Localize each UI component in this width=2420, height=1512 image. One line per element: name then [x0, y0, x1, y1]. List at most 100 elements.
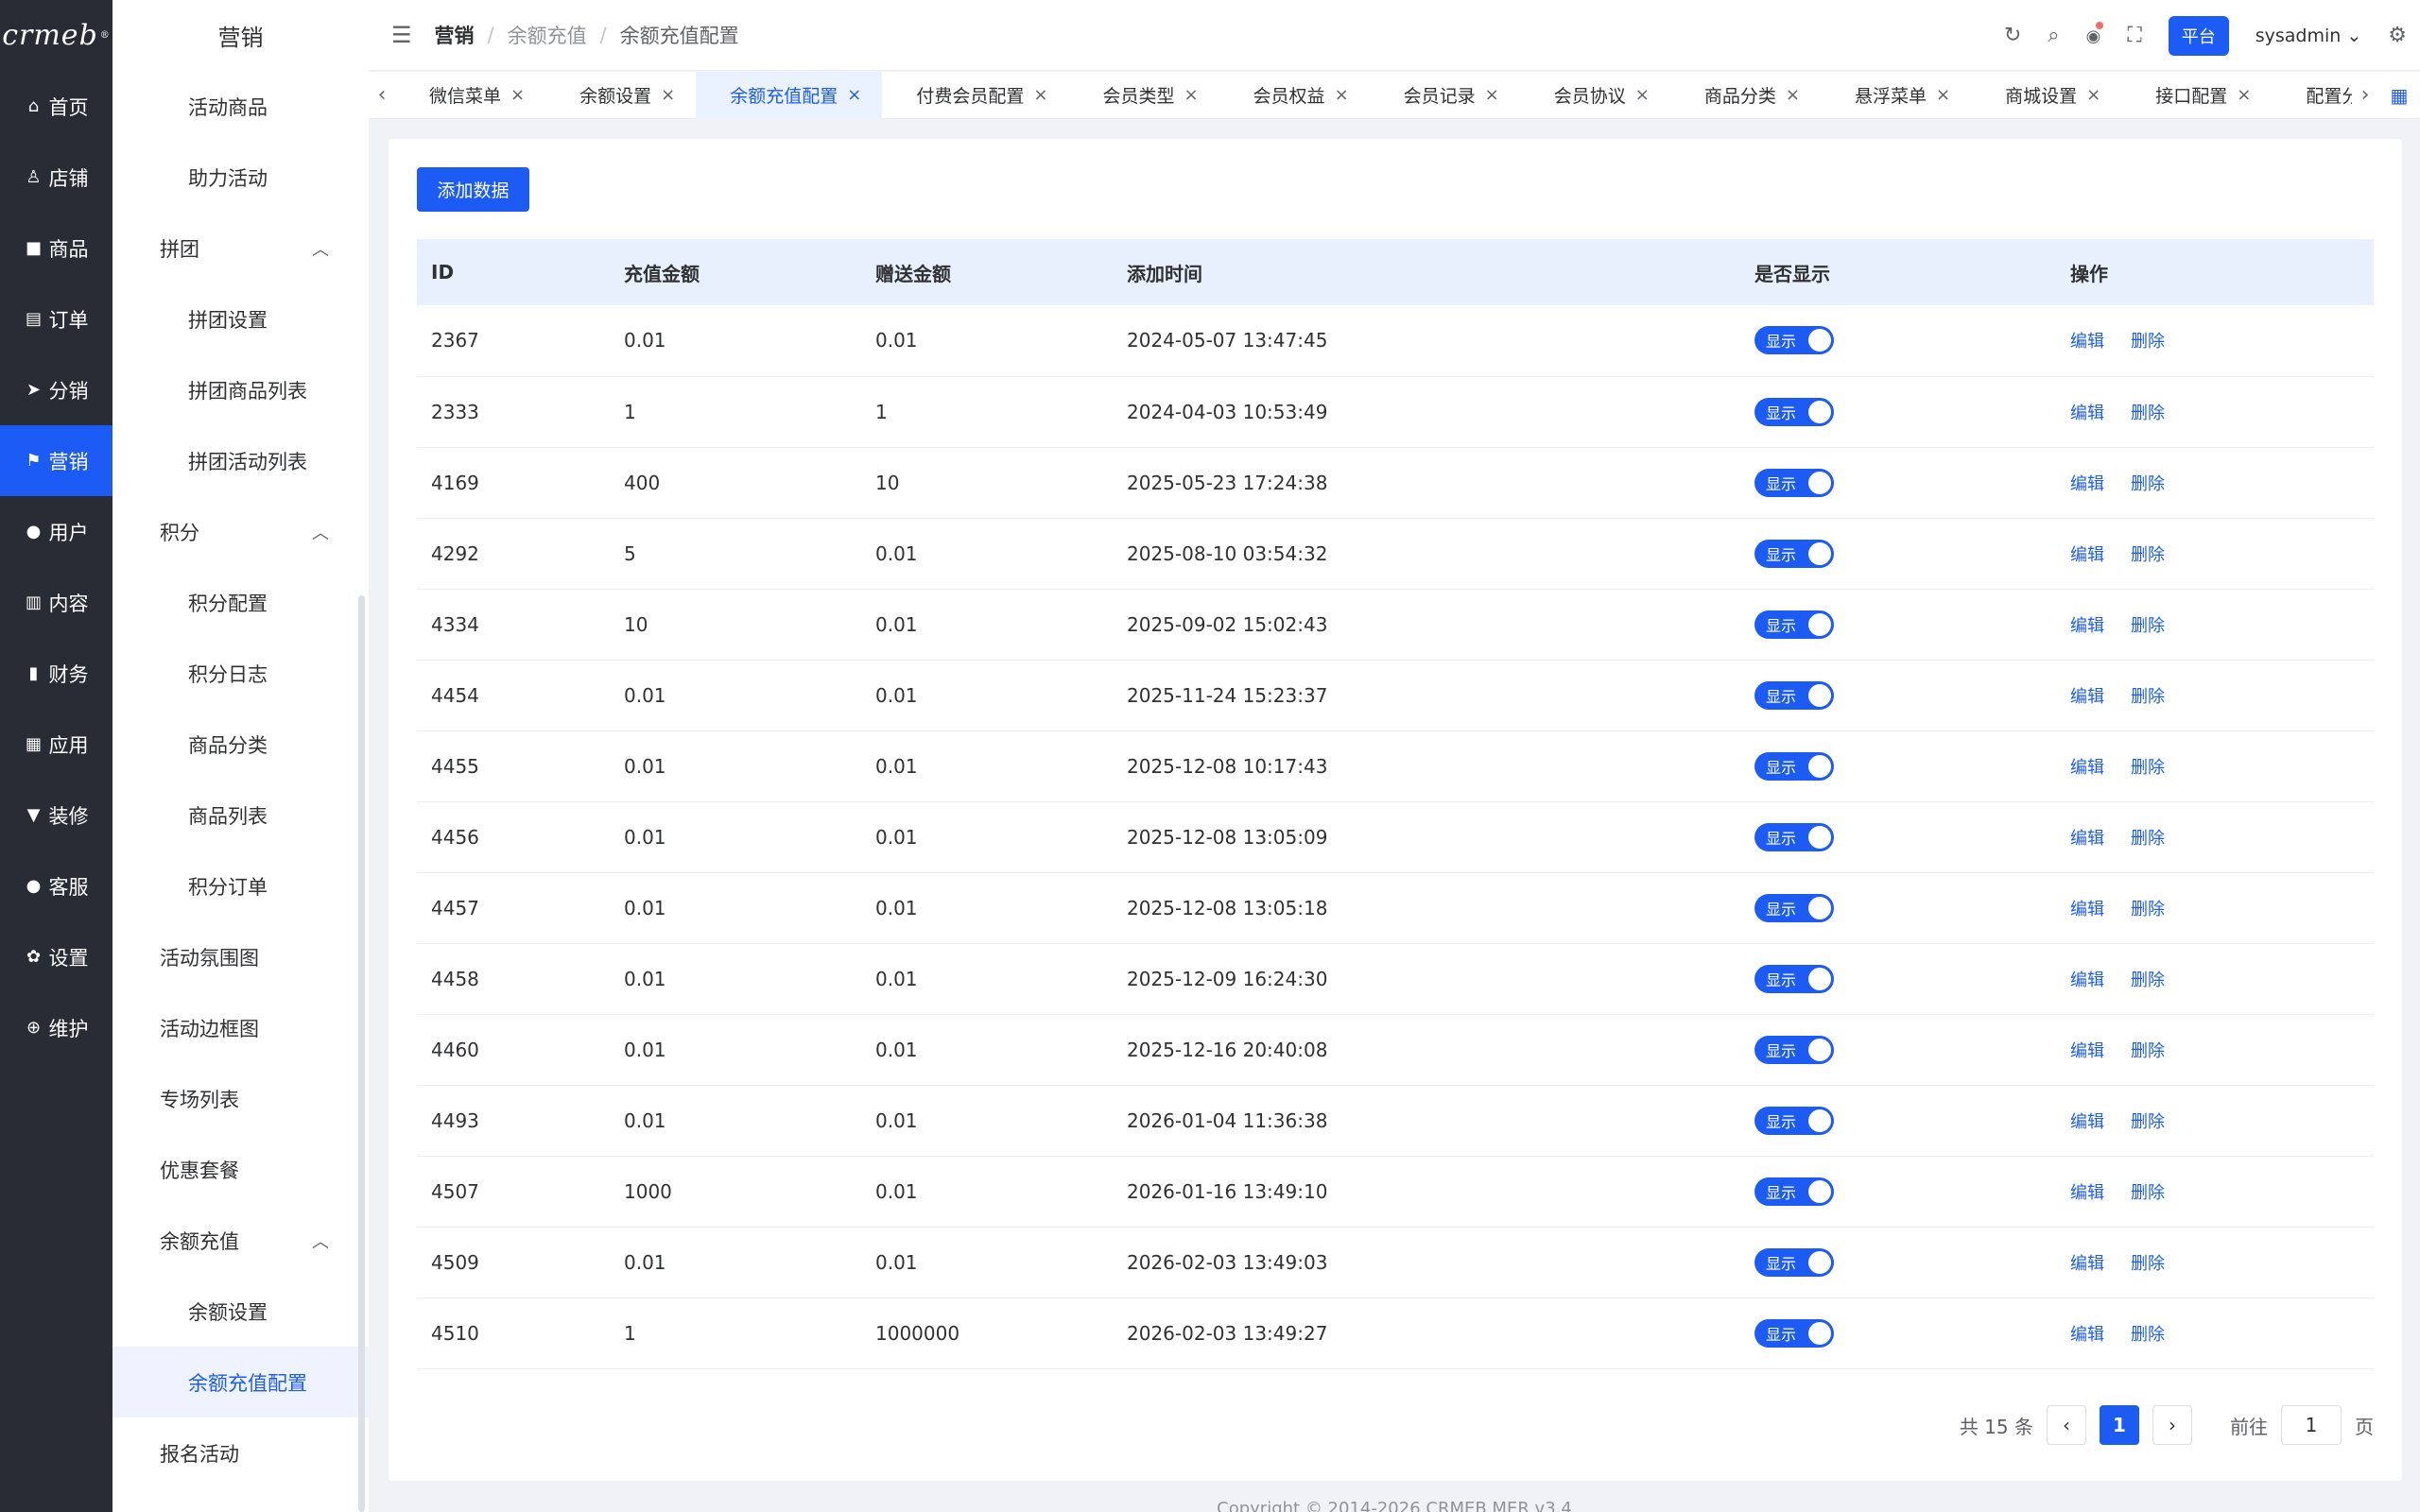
tab[interactable]: 会员记录 × — [1370, 72, 1520, 119]
delete-link[interactable]: 删除 — [2131, 474, 2165, 494]
tab[interactable]: 会员类型 × — [1068, 72, 1219, 119]
show-toggle[interactable]: 显示 — [1754, 822, 1834, 851]
close-icon[interactable]: × — [510, 85, 525, 105]
rail-item-flag[interactable]: ⚑ 营销 — [0, 425, 112, 496]
close-icon[interactable]: × — [661, 85, 675, 105]
sidebar-item[interactable]: 积分配置 — [112, 567, 369, 638]
sidebar-item[interactable]: 积分订单 — [112, 850, 369, 921]
delete-link[interactable]: 删除 — [2131, 1112, 2165, 1132]
rail-item-support[interactable]: ● 客服 — [0, 850, 112, 921]
sidebar-group[interactable]: 活动边框图 — [112, 992, 369, 1063]
next-page-button[interactable]: › — [2152, 1405, 2192, 1445]
page-number-1[interactable]: 1 — [2100, 1405, 2139, 1445]
close-icon[interactable]: × — [1485, 85, 1499, 105]
close-icon[interactable]: × — [1786, 85, 1800, 105]
edit-link[interactable]: 编辑 — [2070, 1254, 2104, 1274]
rail-item-brush[interactable]: ▼ 装修 — [0, 780, 112, 850]
breadcrumb-item[interactable]: 营销 — [435, 21, 475, 49]
tab[interactable]: 余额充值配置 × — [696, 71, 883, 119]
delete-link[interactable]: 删除 — [2131, 1254, 2165, 1274]
delete-link[interactable]: 删除 — [2131, 829, 2165, 849]
close-icon[interactable]: × — [1936, 85, 1950, 105]
tab[interactable]: 接口配置 × — [2121, 72, 2272, 119]
sidebar-item[interactable]: 余额充值配置 — [112, 1347, 369, 1418]
delete-link[interactable]: 删除 — [2131, 1041, 2165, 1061]
rail-item-gear[interactable]: ✿ 设置 — [0, 921, 112, 992]
rail-item-maintain[interactable]: ⊕ 维护 — [0, 992, 112, 1063]
tabs-prev-icon[interactable]: ‹ — [369, 83, 395, 107]
delete-link[interactable]: 删除 — [2131, 332, 2165, 352]
show-toggle[interactable]: 显示 — [1754, 326, 1834, 355]
delete-link[interactable]: 删除 — [2131, 687, 2165, 707]
show-toggle[interactable]: 显示 — [1754, 610, 1834, 639]
tab[interactable]: 微信菜单 × — [395, 72, 545, 119]
tabs-grid-icon[interactable]: ▦ — [2378, 84, 2420, 107]
sidebar-item[interactable]: 积分日志 — [112, 638, 369, 709]
sidebar-item[interactable]: 助力活动 — [112, 142, 369, 213]
delete-link[interactable]: 删除 — [2131, 616, 2165, 636]
sidebar-item[interactable]: 活动商品 — [112, 71, 369, 142]
menu-fold-icon[interactable]: ☰ — [391, 22, 412, 48]
rail-item-home[interactable]: ⌂ 首页 — [0, 71, 112, 142]
delete-link[interactable]: 删除 — [2131, 1325, 2165, 1345]
delete-link[interactable]: 删除 — [2131, 545, 2165, 565]
delete-link[interactable]: 删除 — [2131, 404, 2165, 423]
show-toggle[interactable]: 显示 — [1754, 964, 1834, 993]
settings-icon[interactable]: ⚙ — [2388, 24, 2407, 47]
edit-link[interactable]: 编辑 — [2070, 474, 2104, 494]
tabs-next-icon[interactable]: › — [2352, 83, 2378, 107]
prev-page-button[interactable]: ‹ — [2047, 1405, 2086, 1445]
sidebar-group[interactable]: 拼团 ︿ — [112, 213, 369, 284]
close-icon[interactable]: × — [2237, 85, 2251, 105]
tab[interactable]: 配置分类× — [2272, 72, 2352, 119]
close-icon[interactable]: × — [847, 85, 861, 105]
rail-item-order[interactable]: ▤ 订单 — [0, 284, 112, 354]
delete-link[interactable]: 删除 — [2131, 971, 2165, 990]
sidebar-item[interactable]: 商品分类 — [112, 709, 369, 780]
edit-link[interactable]: 编辑 — [2070, 900, 2104, 919]
close-icon[interactable]: × — [1335, 85, 1349, 105]
edit-link[interactable]: 编辑 — [2070, 829, 2104, 849]
sidebar-group[interactable]: 余额充值 ︿ — [112, 1205, 369, 1276]
show-toggle[interactable]: 显示 — [1754, 539, 1834, 568]
rail-item-send[interactable]: ➤ 分销 — [0, 354, 112, 425]
user-menu[interactable]: sysadmin ⌄ — [2256, 26, 2362, 46]
refresh-icon[interactable]: ↻ — [2004, 24, 2021, 47]
sidebar-item[interactable]: 余额设置 — [112, 1276, 369, 1347]
tab[interactable]: 余额设置 × — [545, 72, 696, 119]
edit-link[interactable]: 编辑 — [2070, 971, 2104, 990]
tab[interactable]: 会员协议 × — [1520, 72, 1670, 119]
tab[interactable]: 付费会员配置 × — [882, 72, 1068, 119]
rail-item-grid[interactable]: ▦ 应用 — [0, 709, 112, 780]
sidebar-group[interactable]: 活动氛围图 — [112, 921, 369, 992]
edit-link[interactable]: 编辑 — [2070, 758, 2104, 778]
rail-item-user[interactable]: ● 用户 — [0, 496, 112, 567]
show-toggle[interactable]: 显示 — [1754, 468, 1834, 497]
close-icon[interactable]: × — [1033, 85, 1047, 105]
rail-item-bar-chart[interactable]: ▮ 财务 — [0, 638, 112, 709]
sidebar-item[interactable]: 拼团设置 — [112, 284, 369, 354]
add-data-button[interactable]: 添加数据 — [417, 167, 529, 212]
sidebar-group[interactable]: 积分 ︿ — [112, 496, 369, 567]
show-toggle[interactable]: 显示 — [1754, 1177, 1834, 1206]
tab[interactable]: 会员权益 × — [1219, 72, 1370, 119]
sidebar-group[interactable]: 报名活动 — [112, 1418, 369, 1488]
show-toggle[interactable]: 显示 — [1754, 1106, 1834, 1135]
rail-item-bag[interactable]: ■ 商品 — [0, 213, 112, 284]
sub-sidebar-scrollbar[interactable] — [358, 595, 365, 1512]
close-icon[interactable]: × — [2086, 85, 2100, 105]
edit-link[interactable]: 编辑 — [2070, 1112, 2104, 1132]
rail-item-book[interactable]: ▥ 内容 — [0, 567, 112, 638]
sidebar-item[interactable]: 拼团活动列表 — [112, 425, 369, 496]
tab[interactable]: 商品分类 × — [1670, 72, 1821, 119]
close-icon[interactable]: × — [1635, 85, 1650, 105]
delete-link[interactable]: 删除 — [2131, 900, 2165, 919]
sidebar-item[interactable]: 拼团商品列表 — [112, 354, 369, 425]
tab[interactable]: 商城设置 × — [1971, 72, 2121, 119]
edit-link[interactable]: 编辑 — [2070, 616, 2104, 636]
bell-icon[interactable]: ◉ — [2086, 22, 2104, 47]
sidebar-item[interactable]: 商品列表 — [112, 780, 369, 850]
tab[interactable]: 悬浮菜单 × — [1821, 72, 1971, 119]
delete-link[interactable]: 删除 — [2131, 758, 2165, 778]
edit-link[interactable]: 编辑 — [2070, 1041, 2104, 1061]
